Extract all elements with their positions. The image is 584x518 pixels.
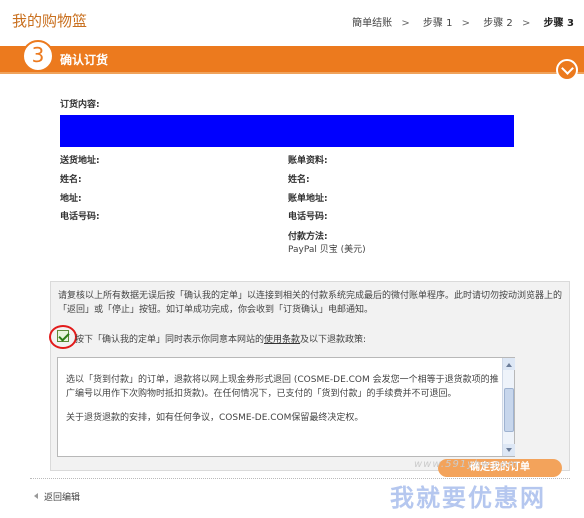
order-content-label: 订货内容: [60, 100, 100, 110]
scroll-down-arrow-icon[interactable] [503, 444, 515, 456]
section-header-underline [0, 72, 584, 74]
agree-terms-text: 按下「确认我的定单」同时表示你同意本网站的使用条款及以下退款政策: [75, 332, 366, 345]
payment-method-value: PayPal 贝宝 (美元) [288, 245, 366, 255]
shipping-phone-label: 电话号码: [60, 212, 100, 222]
refund-policy-para-1: 选以「货到付款」的订单，退款将以网上现金券形式退回 (COSME-DE.COM … [66, 375, 499, 399]
billing-address-label: 账单地址: [288, 194, 328, 204]
order-content-block [60, 115, 514, 147]
agree-prefix: 按下「确认我的定单」同时表示你同意本网站的 [75, 335, 265, 345]
watermark-url: www.591yhw.com [414, 459, 519, 470]
refund-policy-para-2: 关于退货退款的安排，如有任何争议，COSME-DE.COM保留最终决定权。 [66, 413, 364, 423]
terms-of-use-link[interactable]: 使用条款 [264, 335, 300, 345]
shipping-address-label: 送货地址: [60, 156, 100, 166]
collapse-chevron-icon[interactable] [556, 59, 578, 81]
step-separator: > [521, 18, 531, 29]
shipping-name-label: 姓名: [60, 175, 82, 185]
step-simple-checkout[interactable]: 簡单结账 [352, 18, 392, 29]
billing-info-label: 账单资料: [288, 156, 328, 166]
billing-name-label: 姓名: [288, 175, 310, 185]
policy-scrollbar[interactable] [502, 358, 515, 456]
agree-suffix: 及以下退款政策: [300, 335, 367, 345]
section-title: 确认订货 [60, 53, 109, 67]
scroll-up-arrow-icon[interactable] [503, 358, 515, 370]
shipping-address-field-label: 地址: [60, 194, 82, 204]
scroll-thumb[interactable] [504, 388, 514, 432]
step-separator: > [461, 18, 471, 29]
watermark-text: 我就要优惠网 [390, 484, 546, 512]
step-1[interactable]: 步骤 1 [423, 18, 453, 29]
step-separator: > [401, 18, 410, 29]
step-3: 步骤 3 [543, 18, 574, 29]
refund-policy-text: 选以「货到付款」的订单，退款将以网上现金券形式退回 (COSME-DE.COM … [66, 373, 500, 435]
back-to-edit-link[interactable]: 返回编辑 [34, 490, 80, 503]
notice-text: 请复核以上所有数据无误后按「确认我的定单」以连接到相关的付款系统完成最后的微付账… [58, 291, 563, 315]
agree-terms-checkbox[interactable] [57, 330, 69, 342]
checkout-steps: 簡单结账 > 步骤 1 > 步骤 2 > 步骤 3 [348, 14, 574, 29]
top-bar: 我的购物篮 簡单结账 > 步骤 1 > 步骤 2 > 步骤 3 [0, 0, 584, 40]
step-number-badge: 3 [22, 40, 54, 72]
step-2[interactable]: 步骤 2 [483, 18, 513, 29]
payment-method-label: 付款方法: [288, 232, 328, 242]
page-title: 我的购物篮 [12, 12, 88, 30]
billing-phone-label: 电话号码: [288, 212, 328, 222]
